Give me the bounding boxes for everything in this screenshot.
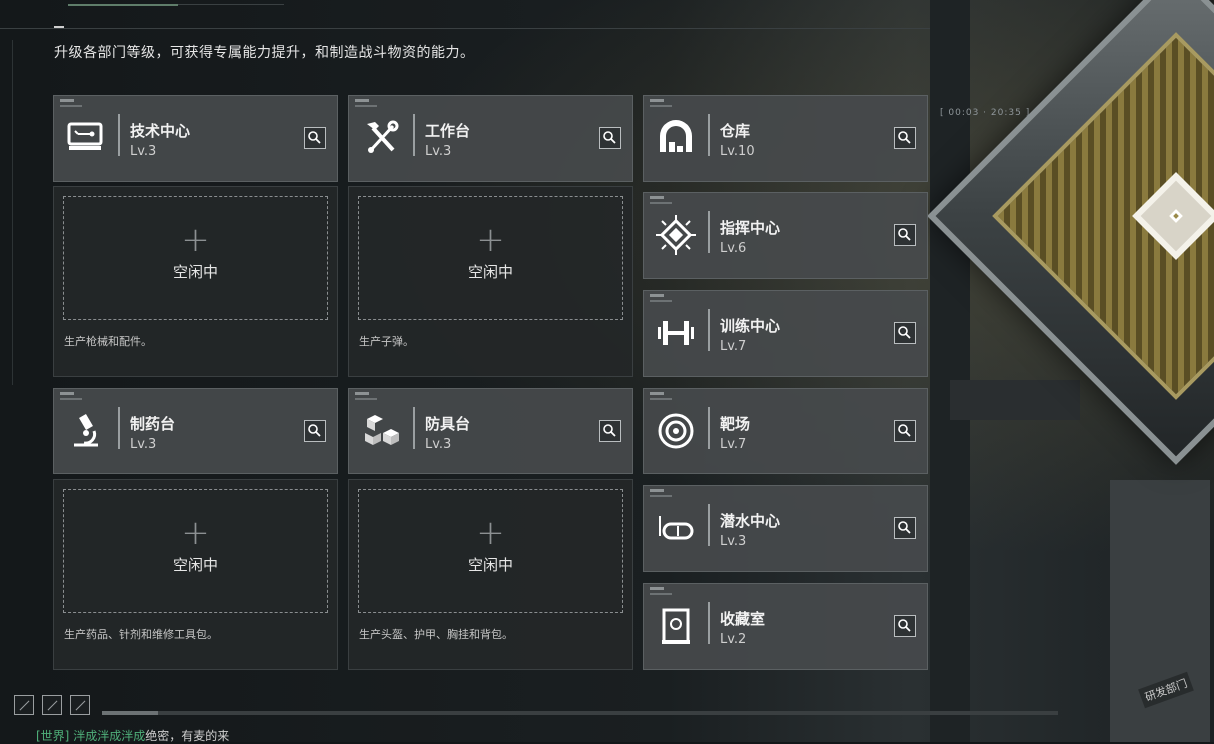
facility-title: 指挥中心 (720, 219, 781, 237)
facility-level: Lv.3 (130, 144, 157, 159)
facility-card-pharmacy[interactable]: 制药台 Lv.3 (53, 388, 338, 474)
slot-note: 生产子弹。 (359, 335, 414, 348)
facility-card-armor[interactable]: 防具台 Lv.3 (348, 388, 633, 474)
chat-text: 绝密，有麦的来 (145, 729, 230, 743)
page-description: 升级各部门等级，可获得专属能力提升，和制造战斗物资的能力。 (54, 45, 475, 61)
search-icon[interactable] (304, 420, 326, 442)
facility-level: Lv.10 (720, 144, 755, 159)
search-icon[interactable] (894, 127, 916, 149)
search-icon[interactable] (894, 224, 916, 246)
facility-level: Lv.3 (425, 437, 452, 452)
facility-title: 防具台 (425, 415, 471, 433)
search-icon[interactable] (894, 615, 916, 637)
facility-card-workbench[interactable]: 工作台 Lv.3 (348, 95, 633, 182)
facility-title: 收藏室 (720, 610, 766, 628)
slot-status: 空闲中 (172, 263, 218, 281)
facility-card-tech-center[interactable]: 技术中心 Lv.3 (53, 95, 338, 182)
search-icon[interactable] (894, 517, 916, 539)
chat-channel: [世界] (36, 729, 70, 743)
facility-card-warehouse[interactable]: 仓库 Lv.10 (643, 95, 928, 182)
bottom-tool-button-3[interactable] (70, 695, 90, 715)
bottom-tool-button-2[interactable] (42, 695, 62, 715)
facility-card-diving-center[interactable]: 潜水中心 Lv.3 (643, 485, 928, 572)
facility-card-shooting-range[interactable]: 靶场 Lv.7 (643, 388, 928, 474)
header-tick (54, 26, 64, 28)
computer-terminal-icon (67, 122, 103, 150)
display-case-icon (662, 608, 690, 644)
dumbbell-icon (658, 321, 694, 345)
hud-code: [ 00:03 · 20:35 ] (940, 108, 1031, 118)
chat-sender[interactable]: 泮成泮成泮成 (73, 729, 145, 743)
facility-level: Lv.3 (720, 534, 747, 549)
scrollbar-thumb[interactable] (102, 711, 158, 715)
facility-level: Lv.7 (720, 437, 747, 452)
facility-title: 仓库 (720, 122, 751, 140)
facility-level: Lv.3 (130, 437, 157, 452)
add-icon[interactable]: + (54, 223, 337, 257)
slot-status: 空闲中 (467, 263, 513, 281)
facility-card-training-center[interactable]: 训练中心 Lv.7 (643, 290, 928, 377)
add-icon[interactable]: + (54, 516, 337, 550)
side-guide-line (12, 40, 13, 385)
target-icon (658, 413, 694, 449)
facility-level: Lv.7 (720, 339, 747, 354)
slot-note: 生产药品、针剂和维修工具包。 (64, 628, 218, 641)
header-divider (0, 28, 930, 29)
chip-icon (656, 215, 696, 255)
tab-indicator[interactable] (178, 4, 284, 5)
facility-level: Lv.3 (425, 144, 452, 159)
chat-scrollbar[interactable] (102, 711, 1058, 715)
warehouse-icon (660, 120, 692, 152)
add-icon[interactable]: + (349, 223, 632, 257)
facility-level: Lv.2 (720, 632, 747, 647)
search-icon[interactable] (894, 420, 916, 442)
production-slot-workbench[interactable]: + 空闲中 生产子弹。 (348, 186, 633, 377)
microscope-icon (74, 413, 98, 447)
slot-note: 生产枪械和配件。 (64, 335, 152, 348)
cubes-icon (365, 415, 399, 445)
search-icon[interactable] (894, 322, 916, 344)
slot-status: 空闲中 (467, 556, 513, 574)
bottom-tool-button-1[interactable] (14, 695, 34, 715)
facility-title: 训练中心 (720, 317, 781, 335)
search-icon[interactable] (304, 127, 326, 149)
chat-message[interactable]: [世界] 泮成泮成泮成绝密，有麦的来 (36, 727, 229, 744)
facility-card-collection-room[interactable]: 收藏室 Lv.2 (643, 583, 928, 670)
active-tab-indicator[interactable] (68, 4, 178, 6)
diving-mask-icon (659, 516, 694, 540)
slot-status: 空闲中 (172, 556, 218, 574)
facility-title: 制药台 (130, 415, 176, 433)
facility-title: 技术中心 (130, 122, 191, 140)
slot-note: 生产头盔、护甲、胸挂和背包。 (359, 628, 513, 641)
add-icon[interactable]: + (349, 516, 632, 550)
production-slot-tech-center[interactable]: + 空闲中 生产枪械和配件。 (53, 186, 338, 377)
facility-level: Lv.6 (720, 241, 747, 256)
facility-title: 潜水中心 (720, 512, 781, 530)
hammer-wrench-icon (367, 120, 399, 153)
facility-title: 靶场 (720, 415, 751, 433)
search-icon[interactable] (599, 420, 621, 442)
facility-title: 工作台 (425, 122, 471, 140)
production-slot-pharmacy[interactable]: + 空闲中 生产药品、针剂和维修工具包。 (53, 479, 338, 670)
production-slot-armor[interactable]: + 空闲中 生产头盔、护甲、胸挂和背包。 (348, 479, 633, 670)
search-icon[interactable] (599, 127, 621, 149)
facility-card-command-center[interactable]: 指挥中心 Lv.6 (643, 192, 928, 279)
